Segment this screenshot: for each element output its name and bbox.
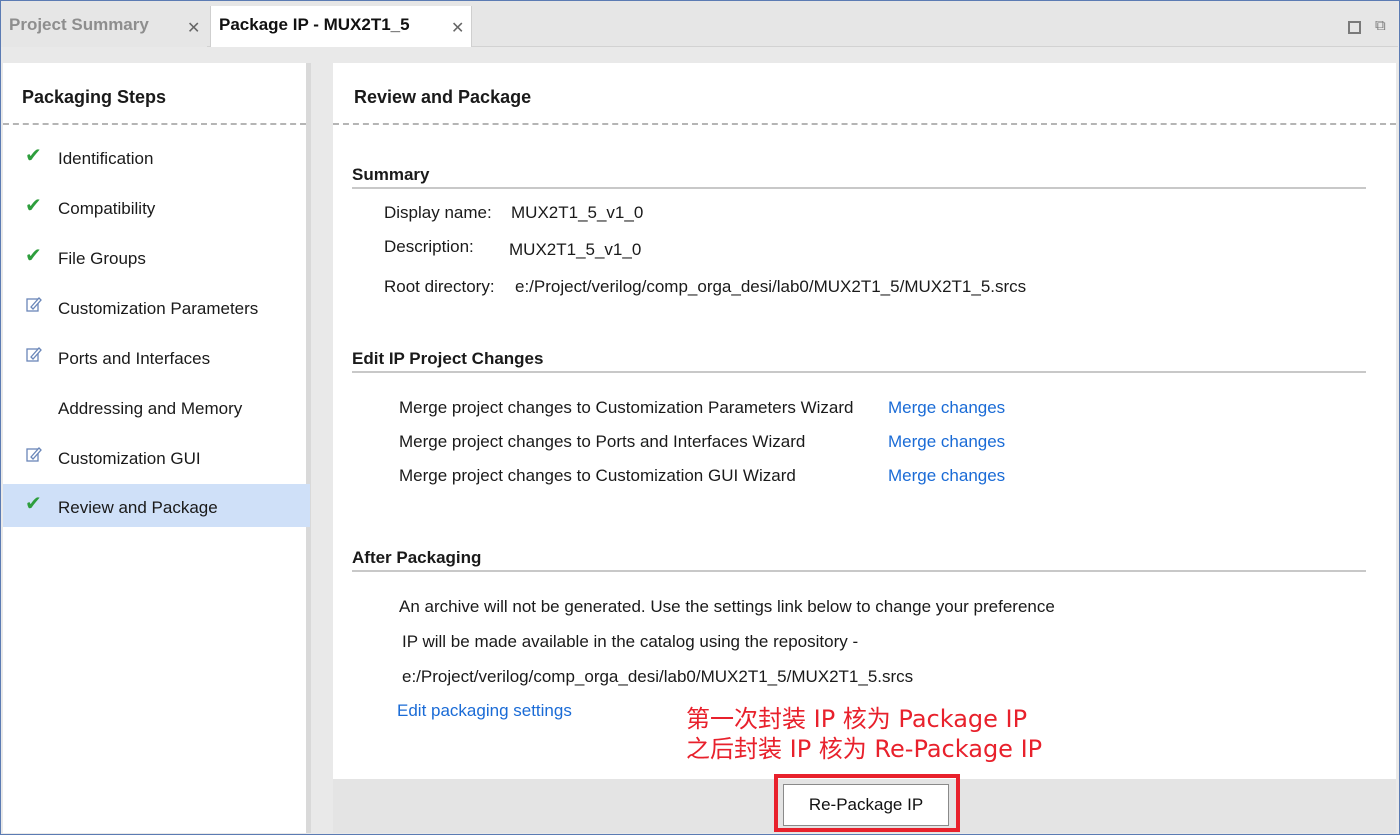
edit-changes-title: Edit IP Project Changes: [352, 349, 544, 368]
root-directory-value: e:/Project/verilog/comp_orga_desi/lab0/M…: [515, 277, 1027, 296]
check-icon: ✔: [25, 245, 42, 267]
step-label: Customization GUI: [58, 449, 201, 468]
summary-title: Summary: [352, 165, 430, 184]
after-packaging-title: After Packaging: [352, 548, 482, 567]
merge-row-text: Merge project changes to Ports and Inter…: [399, 432, 806, 451]
close-icon[interactable]: ✕: [187, 18, 200, 38]
display-name-label: Display name:: [384, 203, 492, 222]
page-title: Review and Package: [333, 63, 1396, 125]
check-icon: ✔: [25, 145, 42, 167]
tab-project-summary[interactable]: Project Summary ✕: [1, 6, 207, 47]
edit-packaging-settings-link[interactable]: Edit packaging settings: [397, 701, 572, 721]
panel-divider[interactable]: [311, 63, 333, 833]
step-ports-and-interfaces[interactable]: Ports and Interfaces: [3, 337, 310, 379]
step-label: Identification: [58, 149, 154, 168]
step-label: Customization Parameters: [58, 299, 259, 318]
packaging-steps-panel: Packaging Steps ✔ Identification ✔ Compa…: [3, 63, 312, 833]
review-and-package-panel: Review and Package Summary Display name:…: [333, 63, 1396, 779]
description-value: MUX2T1_5_v1_0: [509, 240, 642, 259]
section-divider: [352, 371, 1366, 373]
display-name-value: MUX2T1_5_v1_0: [511, 203, 644, 222]
merge-changes-link[interactable]: Merge changes: [888, 432, 1005, 452]
re-package-ip-button[interactable]: Re-Package IP: [783, 784, 949, 826]
tab-label: Package IP - MUX2T1_5: [219, 15, 410, 34]
check-icon: ✔: [25, 493, 42, 515]
root-directory-label: Root directory:: [384, 277, 495, 296]
step-identification[interactable]: ✔ Identification: [3, 137, 310, 179]
step-review-and-package[interactable]: ✔ Review and Package: [3, 484, 310, 527]
catalog-note: IP will be made available in the catalog…: [402, 632, 859, 651]
edit-icon: [25, 295, 47, 317]
section-divider: [352, 570, 1366, 572]
section-divider: [352, 187, 1366, 189]
step-label: Addressing and Memory: [58, 399, 243, 418]
close-icon[interactable]: ✕: [451, 18, 464, 38]
merge-changes-link[interactable]: Merge changes: [888, 398, 1005, 418]
step-label: Ports and Interfaces: [58, 349, 211, 368]
description-label: Description:: [384, 237, 474, 256]
panel-title: Packaging Steps: [3, 63, 306, 125]
tab-label: Project Summary: [9, 15, 149, 34]
merge-changes-link[interactable]: Merge changes: [888, 466, 1005, 486]
step-compatibility[interactable]: ✔ Compatibility: [3, 187, 310, 229]
edit-icon: [25, 445, 47, 467]
edit-icon: [25, 345, 47, 367]
step-label: Review and Package: [58, 498, 218, 517]
annotation-line-2: 之后封装 IP 核为 Re-Package IP: [686, 735, 1043, 763]
tab-bar: Project Summary ✕ Package IP - MUX2T1_5 …: [1, 1, 1398, 47]
float-window-icon[interactable]: ⧉: [1375, 17, 1386, 34]
merge-row-text: Merge project changes to Customization P…: [399, 398, 854, 417]
restore-icon[interactable]: [1348, 21, 1361, 34]
check-icon: ✔: [25, 195, 42, 217]
step-addressing-and-memory[interactable]: Addressing and Memory: [3, 387, 310, 429]
step-label: File Groups: [58, 249, 146, 268]
step-file-groups[interactable]: ✔ File Groups: [3, 237, 310, 279]
step-customization-parameters[interactable]: Customization Parameters: [3, 287, 310, 329]
repository-path: e:/Project/verilog/comp_orga_desi/lab0/M…: [402, 667, 914, 686]
step-label: Compatibility: [58, 199, 156, 218]
tab-package-ip[interactable]: Package IP - MUX2T1_5 ✕: [210, 6, 472, 47]
step-customization-gui[interactable]: Customization GUI: [3, 437, 310, 479]
merge-row-text: Merge project changes to Customization G…: [399, 466, 796, 485]
archive-note: An archive will not be generated. Use th…: [399, 597, 1055, 616]
